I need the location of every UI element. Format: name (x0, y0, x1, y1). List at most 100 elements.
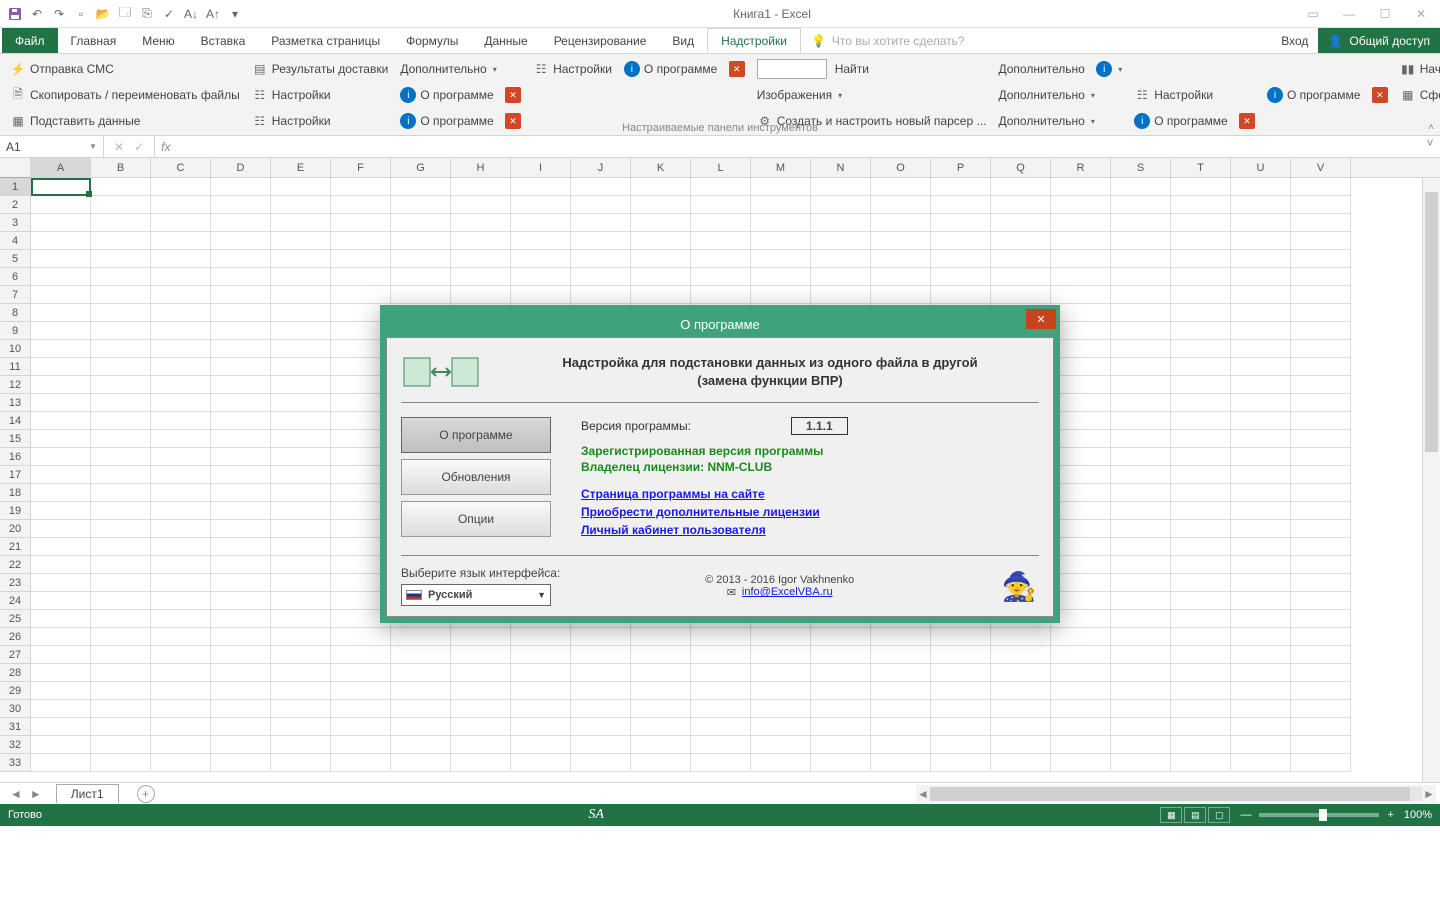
sort-desc-icon[interactable]: A↑ (204, 5, 222, 23)
cell[interactable] (151, 556, 211, 574)
cell[interactable] (91, 286, 151, 304)
dialog-tab-options[interactable]: Опции (401, 501, 551, 537)
cell[interactable] (1051, 448, 1111, 466)
cell[interactable] (151, 700, 211, 718)
cell[interactable] (1171, 358, 1231, 376)
cell[interactable] (1171, 520, 1231, 538)
cell[interactable] (151, 592, 211, 610)
cell[interactable] (1231, 178, 1291, 196)
row-header[interactable]: 5 (0, 250, 30, 268)
row-header[interactable]: 32 (0, 736, 30, 754)
tab-layout[interactable]: Разметка страницы (258, 28, 393, 53)
sheet-tab-1[interactable]: Лист1 (56, 784, 119, 803)
cell[interactable] (1051, 520, 1111, 538)
tab-file[interactable]: Файл (2, 28, 58, 53)
form-docs-button[interactable]: ▦Сформировать документы ☷Настройки (1396, 84, 1440, 106)
row-header[interactable]: 21 (0, 538, 30, 556)
cell[interactable] (331, 232, 391, 250)
cell[interactable] (1171, 430, 1231, 448)
cell[interactable] (1051, 178, 1111, 196)
cell[interactable] (151, 232, 211, 250)
cell[interactable] (1051, 754, 1111, 772)
cell[interactable] (631, 628, 691, 646)
row-header[interactable]: 2 (0, 196, 30, 214)
tab-addins[interactable]: Надстройки (707, 28, 801, 53)
cell[interactable] (1111, 502, 1171, 520)
cell[interactable] (91, 340, 151, 358)
cell[interactable] (1111, 178, 1171, 196)
open-icon[interactable]: 📂 (94, 5, 112, 23)
cell[interactable] (751, 736, 811, 754)
name-box[interactable]: A1▼ (0, 136, 104, 157)
cell[interactable] (1231, 340, 1291, 358)
cell[interactable] (1171, 628, 1231, 646)
cell[interactable] (1231, 592, 1291, 610)
cell[interactable] (871, 682, 931, 700)
collapse-ribbon-icon[interactable]: ˄ (1428, 122, 1434, 133)
row-header[interactable]: 28 (0, 664, 30, 682)
cell[interactable] (211, 718, 271, 736)
cell[interactable] (631, 232, 691, 250)
cell[interactable] (391, 646, 451, 664)
cell[interactable] (931, 628, 991, 646)
settings-button-4[interactable]: ☷Настройки (1130, 84, 1259, 106)
cell[interactable] (451, 718, 511, 736)
cell[interactable] (1291, 556, 1351, 574)
cell[interactable] (1171, 556, 1231, 574)
cell[interactable] (871, 754, 931, 772)
cell[interactable] (211, 682, 271, 700)
row-header[interactable]: 15 (0, 430, 30, 448)
cell[interactable] (1231, 358, 1291, 376)
quick-print-icon[interactable]: ⎘ (138, 5, 156, 23)
cell[interactable] (91, 412, 151, 430)
cell[interactable] (1111, 286, 1171, 304)
cell[interactable] (1111, 736, 1171, 754)
cell[interactable] (1051, 358, 1111, 376)
cell[interactable] (211, 646, 271, 664)
cell[interactable] (631, 178, 691, 196)
row-header[interactable]: 13 (0, 394, 30, 412)
cell[interactable] (1291, 268, 1351, 286)
cell[interactable] (1171, 700, 1231, 718)
cell[interactable] (1171, 322, 1231, 340)
row-header[interactable]: 16 (0, 448, 30, 466)
row-header[interactable]: 30 (0, 700, 30, 718)
cell[interactable] (1111, 394, 1171, 412)
cell[interactable] (271, 214, 331, 232)
column-headers[interactable]: ABCDEFGHIJKLMNOPQRSTUV (31, 158, 1440, 178)
col-header[interactable]: T (1171, 158, 1231, 177)
cell[interactable] (991, 700, 1051, 718)
horizontal-scrollbar[interactable]: ◄► (916, 785, 1436, 803)
cell[interactable] (211, 232, 271, 250)
cell[interactable] (391, 286, 451, 304)
cell[interactable] (751, 628, 811, 646)
cell[interactable] (271, 556, 331, 574)
cell[interactable] (451, 268, 511, 286)
cell[interactable] (91, 232, 151, 250)
cell[interactable] (871, 268, 931, 286)
cell[interactable] (151, 412, 211, 430)
cell[interactable] (31, 232, 91, 250)
cell[interactable] (1231, 484, 1291, 502)
cell[interactable] (1231, 412, 1291, 430)
cell[interactable] (1051, 592, 1111, 610)
sheet-nav-next-icon[interactable]: ► (26, 787, 46, 801)
cell[interactable] (931, 268, 991, 286)
cell[interactable] (151, 610, 211, 628)
cell[interactable] (391, 628, 451, 646)
close-x-icon[interactable]: ✕ (505, 87, 521, 103)
cell[interactable] (451, 178, 511, 196)
cell[interactable] (451, 682, 511, 700)
cell[interactable] (751, 196, 811, 214)
cell[interactable] (1171, 412, 1231, 430)
cell[interactable] (391, 232, 451, 250)
zoom-out-icon[interactable]: — (1240, 809, 1251, 821)
cell[interactable] (1171, 376, 1231, 394)
cell[interactable] (151, 736, 211, 754)
cell[interactable] (1291, 430, 1351, 448)
cell[interactable] (571, 178, 631, 196)
zoom-in-icon[interactable]: + (1387, 809, 1393, 821)
cell[interactable] (211, 628, 271, 646)
cell[interactable] (1051, 574, 1111, 592)
cell[interactable] (1171, 232, 1231, 250)
